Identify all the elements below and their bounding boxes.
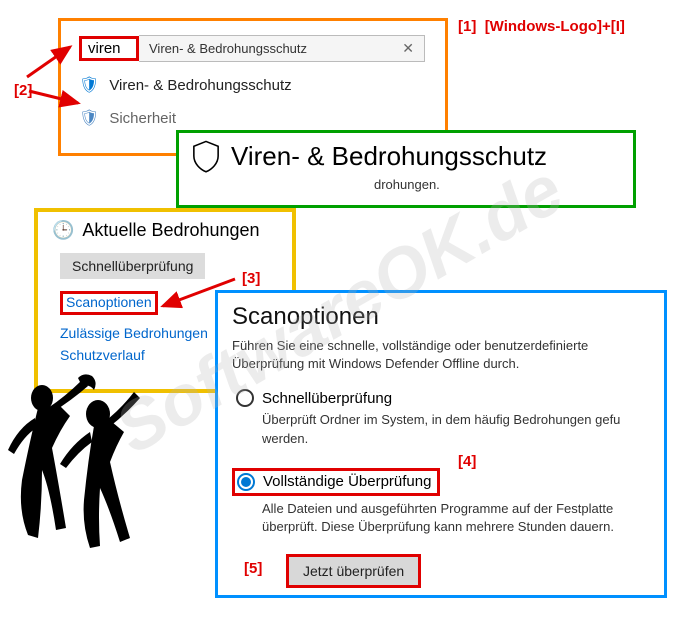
radio-quick-scan[interactable]: Schnellüberprüfung <box>236 389 650 407</box>
search-result-label: Sicherheit <box>109 110 176 127</box>
scan-now-button[interactable]: Jetzt überprüfen <box>289 557 418 585</box>
scan-options-panel: Scanoptionen Führen Sie eine schnelle, v… <box>215 290 667 598</box>
search-result-virus[interactable]: 🛡 Viren- & Bedrohungsschutz <box>61 68 445 101</box>
radio-label: Schnellüberprüfung <box>262 390 392 407</box>
page-title: Viren- & Bedrohungsschutz <box>231 141 547 172</box>
virus-protection-header: Viren- & Bedrohungsschutz drohungen. <box>176 130 636 208</box>
arrow-annotation-3 <box>155 274 240 314</box>
search-result-label: Viren- & Bedrohungsschutz <box>109 77 291 94</box>
search-input[interactable]: viren <box>79 36 139 61</box>
radio-label: Vollständige Überprüfung <box>263 473 431 490</box>
annotation-2: [2] <box>14 82 32 99</box>
radio-icon-selected[interactable] <box>237 473 255 491</box>
annotation-4: [4] <box>458 453 476 470</box>
search-hint-text: Viren- & Bedrohungsschutz <box>149 41 307 56</box>
scan-options-link[interactable]: Scanoptionen <box>66 294 152 310</box>
history-clock-icon: 🕒 <box>52 220 74 241</box>
radio-full-scan-highlight: Vollständige Überprüfung <box>232 468 440 496</box>
arrow-annotation-2a <box>22 42 78 82</box>
decorative-silhouette <box>0 370 160 570</box>
scan-options-title: Scanoptionen <box>232 303 650 331</box>
radio-quick-description: Überprüft Ordner im System, in dem häufi… <box>262 411 650 447</box>
annotation-1: [1] [Windows-Logo]+[I] <box>458 18 625 35</box>
arrow-annotation-2b <box>26 88 84 113</box>
annotation-3: [3] <box>242 270 260 287</box>
search-suggestion-tab[interactable]: Viren- & Bedrohungsschutz ✕ <box>139 35 425 62</box>
scan-now-highlight: Jetzt überprüfen <box>286 554 421 588</box>
radio-full-description: Alle Dateien und ausgeführten Programme … <box>262 500 650 536</box>
radio-icon <box>236 389 254 407</box>
close-icon[interactable]: ✕ <box>402 40 414 57</box>
shield-outline-icon <box>191 139 221 173</box>
current-threats-title: Aktuelle Bedrohungen <box>82 220 259 241</box>
page-subtitle-fragment: drohungen. <box>179 177 633 192</box>
scan-options-description: Führen Sie eine schnelle, vollständige o… <box>232 337 650 373</box>
scan-options-link-highlight: Scanoptionen <box>60 291 158 315</box>
annotation-5: [5] <box>244 560 262 577</box>
